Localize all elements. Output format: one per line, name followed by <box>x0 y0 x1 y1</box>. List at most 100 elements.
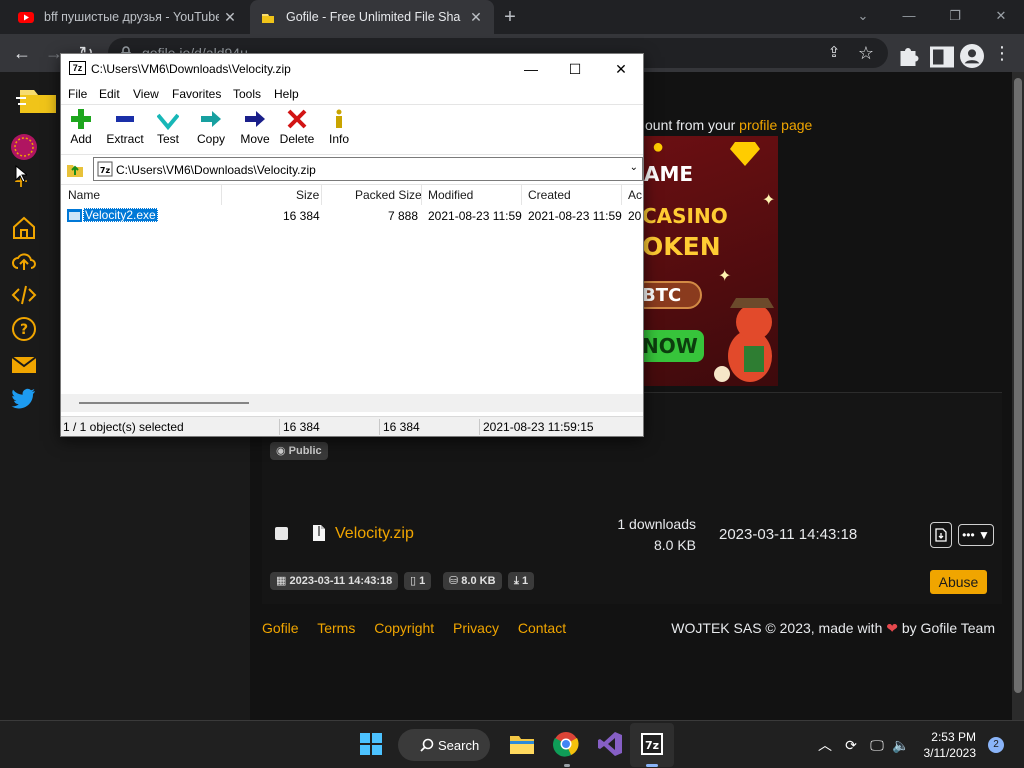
column-size[interactable]: Size <box>296 188 319 202</box>
avatar[interactable] <box>11 134 37 160</box>
new-tab-button[interactable]: + <box>498 5 522 29</box>
test-button[interactable]: Test <box>156 108 180 146</box>
row-packed-size: 7 888 <box>388 209 419 223</box>
tab-title: bff пушистые друзья - YouTube <box>44 10 219 24</box>
close-tab-icon[interactable]: ✕ <box>468 9 484 25</box>
restore-icon[interactable]: ❐ <box>942 4 968 28</box>
profile-avatar-icon[interactable] <box>960 44 984 68</box>
maximize-icon[interactable]: ☐ <box>555 57 595 81</box>
table-row[interactable]: Velocity2.exe 16 384 7 888 2021-08-23 11… <box>61 206 643 224</box>
notification-badge[interactable]: 2 <box>988 737 1004 753</box>
column-separator[interactable] <box>321 185 322 205</box>
menu-view[interactable]: View <box>133 87 159 101</box>
footer-link-privacy[interactable]: Privacy <box>453 620 499 636</box>
share-icon[interactable]: ⇪ <box>822 41 846 65</box>
public-badge-label: Public <box>288 445 322 457</box>
menu-file[interactable]: File <box>68 87 87 101</box>
column-accessed[interactable]: Ac <box>628 188 642 202</box>
footer-link-contact[interactable]: Contact <box>518 620 566 636</box>
tab-gofile[interactable]: Gofile - Free Unlimited File Sharing ✕ <box>250 0 494 34</box>
gofile-logo-icon[interactable] <box>16 80 60 114</box>
twitter-bird-icon[interactable] <box>11 385 37 411</box>
windows-taskbar: Search 7z ︿ ⟳ 🖵 🔈 2:53 PM 3/11/2023 2 <box>0 720 1024 768</box>
column-created[interactable]: Created <box>528 188 571 202</box>
menu-help[interactable]: Help <box>274 87 299 101</box>
download-file-button[interactable] <box>930 522 952 548</box>
close-window-icon[interactable]: ✕ <box>601 57 641 81</box>
clock-date[interactable]: 3/11/2023 <box>920 746 977 760</box>
more-options-button[interactable]: ••• ▼ <box>958 524 994 546</box>
extensions-puzzle-icon[interactable] <box>896 45 920 69</box>
extract-button[interactable]: Extract <box>106 108 144 146</box>
minimize-icon[interactable]: — <box>511 57 551 81</box>
footer-link-gofile[interactable]: Gofile <box>262 620 299 636</box>
scrollbar-thumb[interactable] <box>79 402 249 404</box>
mouse-cursor-icon <box>15 165 27 183</box>
close-window-icon[interactable]: ✕ <box>988 4 1014 28</box>
copy-button[interactable]: Copy <box>196 108 226 146</box>
footer-link-copyright[interactable]: Copyright <box>374 620 434 636</box>
download-file-icon <box>935 528 947 542</box>
column-packed-size[interactable]: Packed Size <box>355 188 422 202</box>
download-arrow-icon: ⤓ <box>514 575 519 587</box>
clock-time[interactable]: 2:53 PM <box>926 730 976 744</box>
column-separator[interactable] <box>521 185 522 205</box>
windows-start-icon[interactable] <box>358 731 384 757</box>
horizontal-scrollbar[interactable] <box>61 394 643 412</box>
tab-youtube[interactable]: bff пушистые друзья - YouTube ✕ <box>8 0 248 34</box>
chevron-down-icon[interactable]: ⌄ <box>630 162 638 173</box>
help-question-icon[interactable]: ? <box>11 316 37 342</box>
speaker-icon[interactable]: 🔈 <box>892 736 910 754</box>
7zip-taskbar-button[interactable]: 7z <box>630 723 674 767</box>
back-arrow-icon[interactable]: ← <box>10 41 34 65</box>
mail-envelope-icon[interactable] <box>11 352 37 378</box>
taskbar-search[interactable]: Search <box>398 729 490 761</box>
add-label: Add <box>70 132 92 146</box>
close-tab-icon[interactable]: ✕ <box>222 9 238 25</box>
page-scrollbar[interactable] <box>1012 72 1024 720</box>
add-button[interactable]: Add <box>68 108 94 146</box>
code-icon[interactable] <box>11 282 37 308</box>
home-icon[interactable] <box>11 215 37 241</box>
ad-text: OKEN <box>644 232 721 261</box>
youtube-icon <box>18 12 34 23</box>
footer-link-terms[interactable]: Terms <box>317 620 355 636</box>
side-panel-icon[interactable] <box>930 45 954 69</box>
column-separator[interactable] <box>621 185 622 205</box>
sync-icon[interactable]: ⟳ <box>842 736 860 754</box>
chevron-up-icon[interactable]: ︿ <box>816 736 834 754</box>
column-name[interactable]: Name <box>68 188 100 202</box>
bookmark-star-icon[interactable]: ☆ <box>854 41 878 65</box>
abuse-button[interactable]: Abuse <box>930 570 987 594</box>
profile-page-link[interactable]: profile page <box>739 117 812 133</box>
file-select-checkbox[interactable] <box>275 527 288 540</box>
menu-favorites[interactable]: Favorites <box>172 87 221 101</box>
7zip-titlebar[interactable]: 7z C:\Users\VM6\Downloads\Velocity.zip —… <box>61 54 643 84</box>
kebab-menu-icon[interactable]: ⋮ <box>990 41 1014 65</box>
status-separator <box>279 419 280 435</box>
move-button[interactable]: Move <box>239 108 271 146</box>
chrome-icon[interactable] <box>553 731 579 757</box>
heart-icon: ❤ <box>886 620 898 636</box>
path-combobox[interactable]: 7z C:\Users\VM6\Downloads\Velocity.zip ⌄ <box>93 157 643 181</box>
chevron-down-icon[interactable]: ⌄ <box>850 4 876 28</box>
folder-up-icon[interactable] <box>66 160 84 178</box>
column-separator[interactable] <box>221 185 222 205</box>
menu-tools[interactable]: Tools <box>233 87 261 101</box>
file-name-link[interactable]: Velocity.zip <box>335 525 414 543</box>
minimize-icon[interactable]: — <box>896 4 922 28</box>
visual-studio-icon[interactable] <box>597 731 623 757</box>
file-explorer-icon[interactable] <box>509 731 535 757</box>
scrollbar-thumb[interactable] <box>1014 78 1022 693</box>
delete-button[interactable]: Delete <box>279 108 315 146</box>
column-modified[interactable]: Modified <box>428 188 473 202</box>
info-button[interactable]: Info <box>327 108 351 146</box>
menu-edit[interactable]: Edit <box>99 87 120 101</box>
casino-ad-banner[interactable]: AME CASINO OKEN BTC NOW ● ✦ ✦ <box>644 136 778 386</box>
caret-down-icon: ▼ <box>978 528 990 542</box>
upload-cloud-icon[interactable] <box>11 248 37 274</box>
column-separator[interactable] <box>421 185 422 205</box>
network-monitor-icon[interactable]: 🖵 <box>868 736 886 754</box>
hard-drive-icon: ⛁ <box>449 575 459 587</box>
file-list-header: Name Size Packed Size Modified Created A… <box>61 184 643 205</box>
